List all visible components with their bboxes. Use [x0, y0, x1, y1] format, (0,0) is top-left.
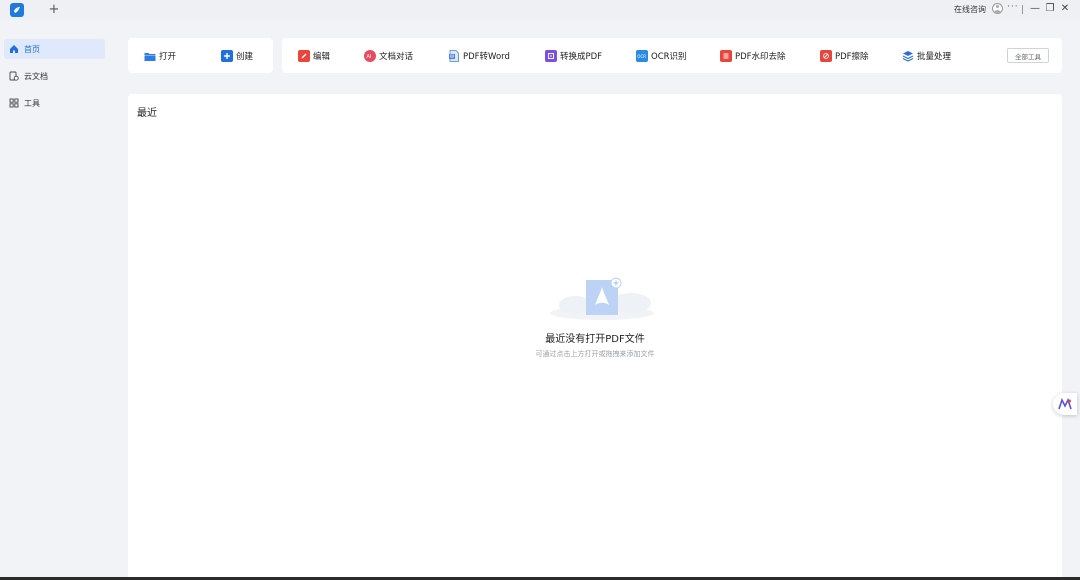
layers-icon	[902, 50, 914, 62]
pdf-to-word-button[interactable]: W PDF转Word	[448, 49, 510, 63]
plus-icon	[221, 50, 233, 62]
pdf-watermark-remove-label: PDF水印去除	[735, 52, 786, 62]
section-title: 最近	[137, 108, 157, 119]
pdf-to-word-label: PDF转Word	[463, 52, 510, 62]
maximize-button[interactable]: ❐	[1044, 1, 1056, 17]
ai-assistant-button[interactable]	[1053, 393, 1077, 415]
ocr-icon: OCR	[636, 50, 648, 62]
pdf-erase-label: PDF擦除	[835, 52, 869, 62]
eraser-icon	[820, 50, 832, 62]
cloud-doc-icon	[8, 71, 19, 82]
svg-text:W: W	[450, 54, 455, 60]
doc-chat-label: 文档对话	[379, 52, 414, 62]
doc-chat-button[interactable]: AI 文档对话	[364, 49, 413, 63]
sidebar-item-label: 工具	[24, 98, 40, 108]
convert-to-pdf-button[interactable]: 转换成PDF	[545, 49, 602, 63]
app-logo-icon[interactable]	[10, 3, 24, 17]
new-tab-button[interactable]: +	[48, 1, 60, 19]
open-button[interactable]: 打开	[144, 49, 176, 63]
svg-text:AI: AI	[367, 54, 372, 59]
more-menu-button[interactable]: ···	[1007, 2, 1019, 12]
toolbar-tools: 编辑 AI 文档对话 W PDF转Word 转换成PDF OCR OCR识别 P…	[282, 38, 1062, 73]
empty-state-title: 最近没有打开PDF文件	[545, 334, 645, 345]
ai-chat-icon: AI	[364, 50, 376, 62]
batch-process-button[interactable]: 批量处理	[902, 49, 951, 63]
sidebar-item-tools[interactable]: 工具	[4, 93, 105, 113]
titlebar-divider	[1022, 5, 1023, 14]
sidebar-item-label: 云文档	[24, 71, 48, 81]
open-label: 打开	[159, 52, 177, 62]
sidebar-item-label: 首页	[24, 44, 40, 54]
edit-label: 编辑	[313, 52, 331, 62]
watermark-icon	[720, 50, 732, 62]
pdf-erase-button[interactable]: PDF擦除	[820, 49, 869, 63]
sidebar-item-home[interactable]: 首页	[4, 39, 105, 59]
pencil-icon	[298, 50, 310, 62]
word-icon: W	[448, 50, 460, 62]
edit-button[interactable]: 编辑	[298, 49, 330, 63]
tools-grid-icon	[8, 98, 19, 109]
batch-process-label: 批量处理	[917, 52, 952, 62]
toolbar-file-actions: 打开 创建	[128, 38, 273, 73]
sidebar-item-cloud-docs[interactable]: 云文档	[4, 66, 105, 86]
user-avatar-icon[interactable]	[992, 3, 1003, 14]
close-button[interactable]: ✕	[1059, 1, 1071, 17]
ocr-button[interactable]: OCR OCR识别	[636, 49, 687, 63]
pdf-watermark-remove-button[interactable]: PDF水印去除	[720, 49, 786, 63]
all-tools-button[interactable]: 全部工具	[1007, 48, 1049, 63]
empty-state-hint: 可通过点击上方打开或拖拽来添加文件	[535, 350, 655, 358]
svg-text:OCR: OCR	[637, 54, 646, 59]
minimize-button[interactable]: —	[1029, 1, 1041, 17]
empty-pdf-illustration-icon	[550, 277, 654, 320]
online-consult-link[interactable]: 在线咨询	[954, 3, 986, 17]
home-icon	[8, 44, 19, 55]
convert-icon	[545, 50, 557, 62]
ocr-label: OCR识别	[651, 52, 687, 62]
recent-panel: 最近 最近没有打开PDF文件 可通过点击上方打开或拖拽来添加文件	[128, 94, 1062, 580]
create-button[interactable]: 创建	[221, 49, 253, 63]
sidebar: 首页 云文档 工具	[0, 20, 110, 580]
convert-to-pdf-label: 转换成PDF	[560, 52, 603, 62]
folder-icon	[144, 50, 156, 62]
title-bar: + 在线咨询 ··· — ❐ ✕	[0, 0, 1080, 20]
create-label: 创建	[236, 52, 254, 62]
ai-assistant-icon	[1058, 398, 1072, 410]
